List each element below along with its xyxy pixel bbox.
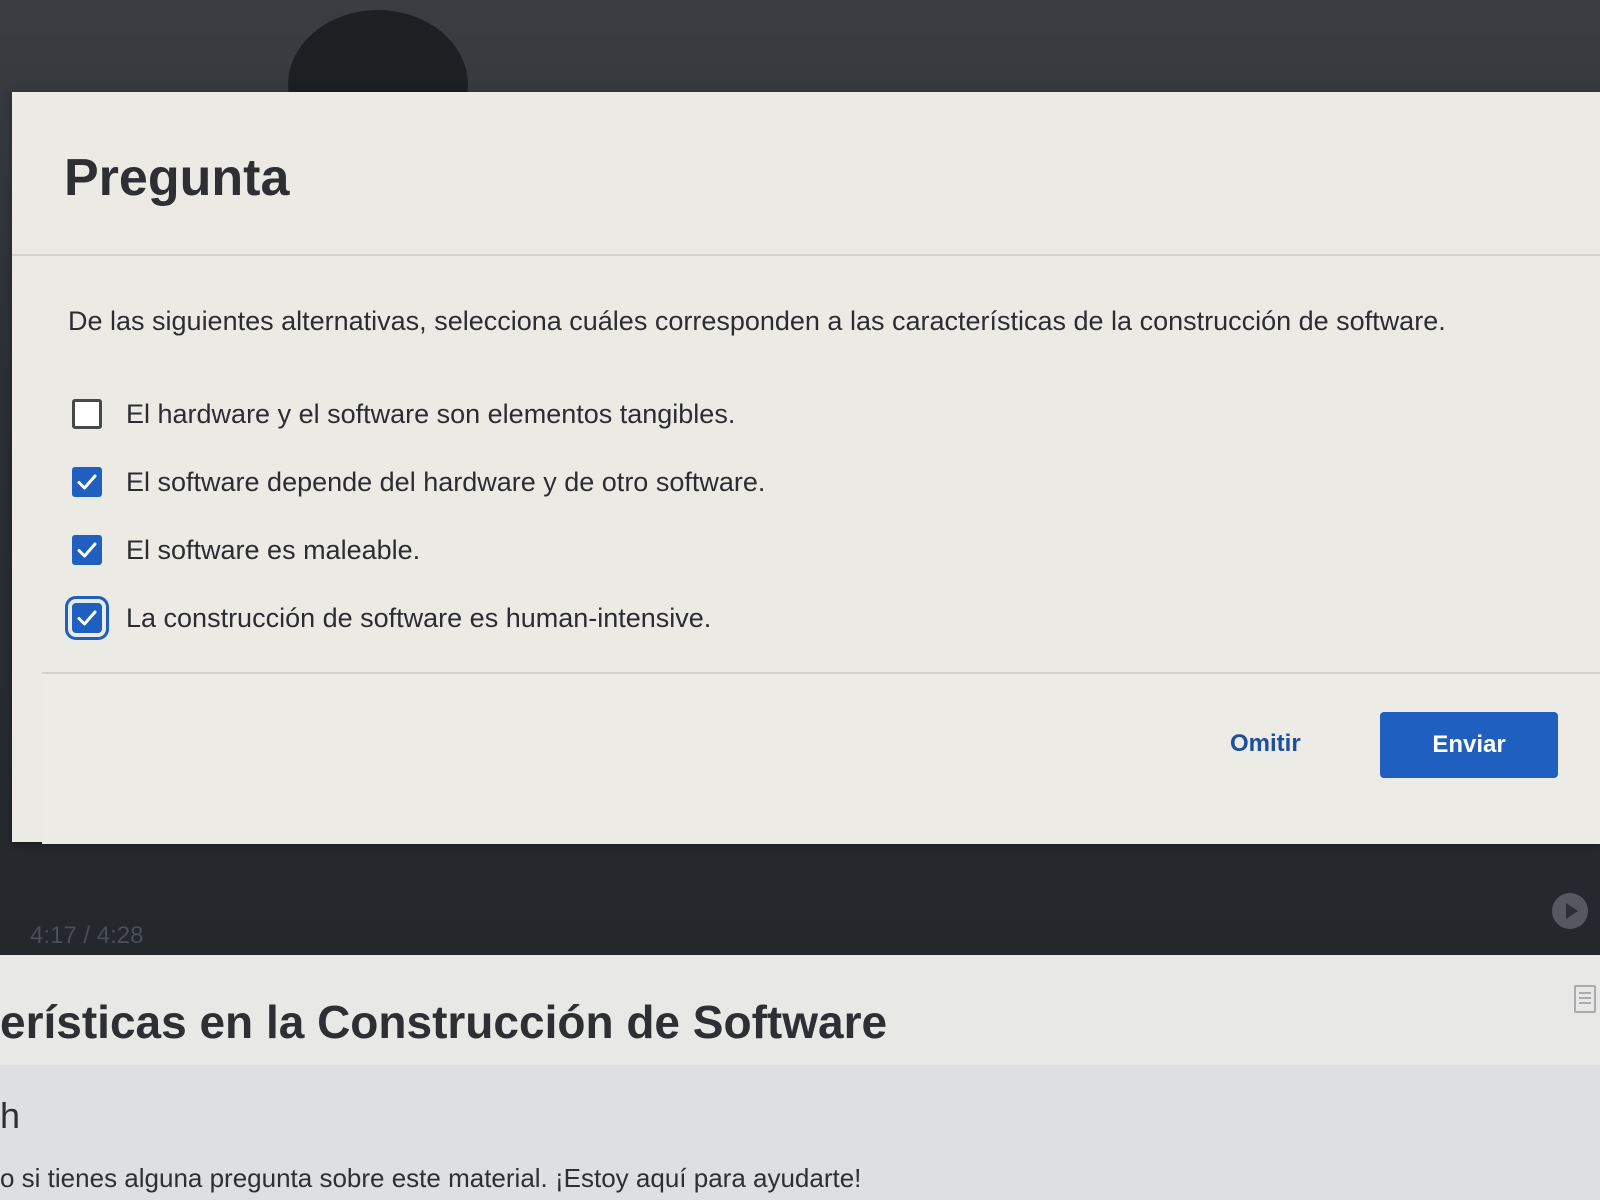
option-item[interactable]: La construcción de software es human-int… — [65, 596, 765, 640]
assistant-section: h o si tienes alguna pregunta sobre este… — [0, 1065, 1600, 1200]
skip-button[interactable]: Omitir — [1230, 730, 1301, 758]
question-modal: Pregunta De las siguientes alternativas,… — [12, 92, 1600, 844]
option-label: El software es maleable. — [126, 534, 421, 565]
checkbox-checked-focused[interactable] — [65, 596, 109, 640]
play-icon[interactable] — [1552, 893, 1588, 929]
checkmark-icon — [77, 474, 97, 490]
checkbox-checked[interactable] — [72, 535, 102, 565]
checkmark-icon — [77, 610, 97, 626]
modal-footer: Omitir Enviar — [42, 672, 1600, 844]
modal-header: Pregunta — [12, 92, 1600, 256]
submit-button[interactable]: Enviar — [1380, 712, 1558, 778]
option-item[interactable]: El software depende del hardware y de ot… — [72, 460, 765, 504]
video-time-readout: 4:17 / 4:28 — [30, 922, 144, 949]
option-item[interactable]: El hardware y el software son elementos … — [72, 392, 765, 436]
option-item[interactable]: El software es maleable. — [72, 528, 765, 572]
option-label: El hardware y el software son elementos … — [126, 398, 736, 429]
lesson-content: erísticas en la Construcción de Software… — [0, 955, 1600, 1200]
section-heading-partial: h — [0, 1095, 21, 1136]
options-list: El hardware y el software son elementos … — [65, 392, 765, 664]
modal-title: Pregunta — [64, 149, 290, 207]
lesson-title: erísticas en la Construcción de Software — [0, 996, 888, 1048]
checkmark-icon — [77, 542, 97, 558]
question-text: De las siguientes alternativas, seleccio… — [68, 306, 1446, 336]
checkbox-checked[interactable] — [72, 467, 102, 497]
transcript-icon[interactable] — [1574, 985, 1596, 1013]
checkbox-unchecked[interactable] — [72, 399, 102, 429]
option-label: El software depende del hardware y de ot… — [126, 466, 766, 497]
assistant-prompt-text: o si tienes alguna pregunta sobre este m… — [0, 1163, 862, 1193]
option-label: La construcción de software es human-int… — [126, 602, 712, 633]
